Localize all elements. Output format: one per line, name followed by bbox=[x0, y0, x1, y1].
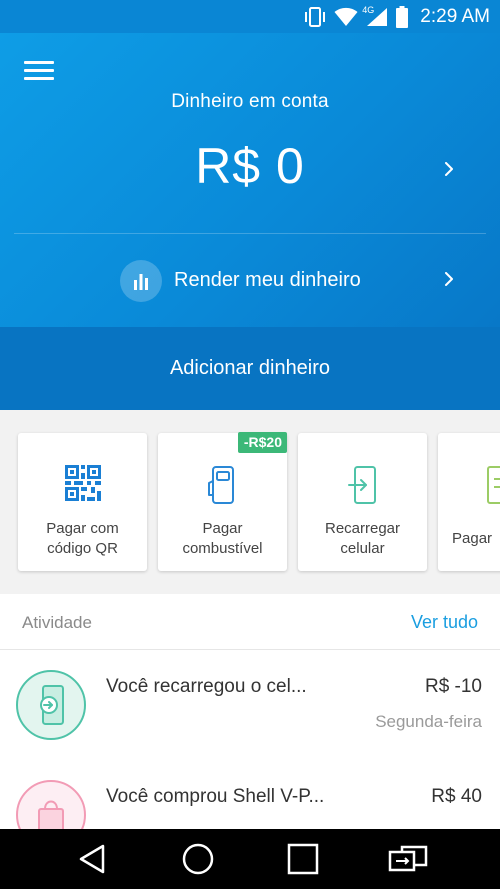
wifi-icon bbox=[334, 7, 358, 27]
transaction-title: Você comprou Shell V-P... bbox=[106, 786, 325, 807]
chevron-right-icon[interactable] bbox=[442, 272, 456, 286]
pay-fuel-card[interactable]: -R$20 Pagar combustível bbox=[158, 432, 287, 571]
status-bar: 4G 2:29 AM bbox=[0, 0, 500, 33]
recharge-phone-card[interactable]: Recarregar celular bbox=[298, 433, 427, 571]
transaction-date: Segunda-feira bbox=[375, 712, 482, 731]
divider bbox=[14, 233, 486, 234]
quick-actions-carousel[interactable]: Pagar com código QR -R$20 Pagar combustí… bbox=[0, 410, 500, 594]
render-money-label: Render meu dinheiro bbox=[174, 269, 361, 291]
battery-icon bbox=[396, 5, 409, 28]
activity-section: Atividade Ver tudo Você recarregou o cel… bbox=[0, 594, 500, 829]
recharge-phone-label: Recarregar celular bbox=[324, 520, 401, 557]
activity-header: Atividade Ver tudo bbox=[0, 594, 500, 650]
home-icon[interactable] bbox=[173, 839, 223, 879]
fuel-pump-icon bbox=[158, 465, 287, 509]
clock: 2:29 AM bbox=[420, 5, 490, 27]
phone-recharge-icon bbox=[16, 670, 86, 740]
transaction-amount: R$ -10 bbox=[424, 676, 482, 697]
balance-label: Dinheiro em conta bbox=[171, 91, 329, 112]
pay-qr-label: Pagar com código QR bbox=[46, 520, 119, 557]
phone-recharge-icon bbox=[298, 465, 427, 509]
vibrate-icon bbox=[304, 6, 326, 27]
pay-bill-label: Pagar bbox=[452, 530, 493, 547]
see-all-link[interactable]: Ver tudo bbox=[411, 612, 478, 633]
add-money-button[interactable]: Adicionar dinheiro bbox=[0, 327, 500, 410]
balance-header: Dinheiro em conta R$ 0 Render meu dinhei… bbox=[0, 33, 500, 327]
bar-chart-icon bbox=[120, 260, 162, 302]
transaction-row[interactable]: Você comprou Shell V-P... R$ 40 bbox=[0, 760, 500, 829]
switch-app-icon[interactable] bbox=[383, 839, 433, 879]
pay-qr-card[interactable]: Pagar com código QR bbox=[18, 433, 147, 571]
back-icon[interactable] bbox=[68, 839, 118, 879]
transaction-row[interactable]: Você recarregou o cel... R$ -10 Segunda-… bbox=[0, 650, 500, 760]
pay-fuel-label: Pagar combustível bbox=[182, 520, 263, 557]
recents-icon[interactable] bbox=[278, 839, 328, 879]
system-nav-bar bbox=[0, 829, 500, 889]
hamburger-menu-icon[interactable] bbox=[24, 61, 54, 85]
signal-icon: 4G bbox=[362, 5, 388, 27]
balance-value[interactable]: R$ 0 bbox=[0, 137, 500, 195]
discount-badge: -R$20 bbox=[237, 432, 287, 453]
add-money-label: Adicionar dinheiro bbox=[169, 357, 331, 379]
bill-icon bbox=[438, 465, 500, 509]
transaction-amount: R$ 40 bbox=[431, 786, 482, 807]
qr-code-icon bbox=[18, 465, 147, 509]
chevron-right-icon[interactable] bbox=[442, 162, 456, 176]
shopping-bag-icon bbox=[16, 780, 86, 829]
transaction-title: Você recarregou o cel... bbox=[106, 676, 307, 697]
network-type-label: 4G bbox=[362, 4, 375, 15]
pay-bill-card[interactable]: Pagar bbox=[438, 433, 500, 571]
activity-title: Atividade bbox=[22, 613, 92, 632]
render-money-button[interactable]: Render meu dinheiro bbox=[0, 257, 500, 305]
